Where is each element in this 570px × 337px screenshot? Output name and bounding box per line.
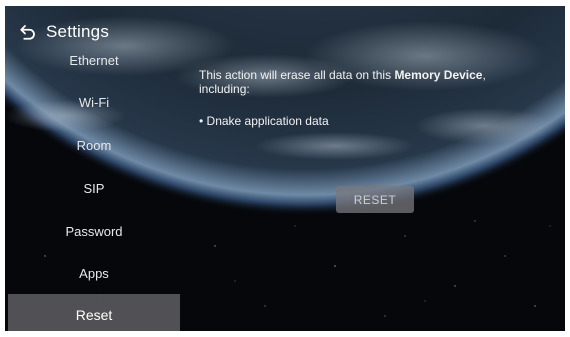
sidebar-item-label: Apps — [79, 265, 109, 281]
reset-button[interactable]: RESET — [336, 186, 414, 213]
sidebar-item-room[interactable]: Room — [8, 127, 180, 163]
page-title: Settings — [46, 22, 110, 41]
sidebar-item-label: SIP — [83, 180, 105, 196]
sidebar-item-wifi[interactable]: Wi-Fi — [8, 84, 180, 120]
warning-text-prefix: This action will erase all data on this — [199, 68, 395, 82]
sidebar-item-label: Room — [76, 137, 112, 153]
memory-device-label: Memory Device — [394, 68, 483, 82]
sidebar-item-ethernet[interactable]: Ethernet — [8, 42, 180, 78]
sidebar-item-reset[interactable]: Reset — [8, 294, 180, 331]
reset-warning-text: This action will erase all data on this … — [199, 68, 539, 96]
sidebar-item-label: Ethernet — [69, 52, 119, 68]
sidebar-item-label: Wi-Fi — [78, 94, 110, 110]
header: Settings — [19, 20, 109, 44]
sidebar-item-label: Password — [65, 223, 123, 239]
sidebar-item-sip[interactable]: SIP — [8, 170, 180, 206]
sidebar-item-password[interactable]: Password — [8, 213, 180, 249]
settings-screen: Settings Ethernet Wi-Fi Room SIP Passwor… — [5, 6, 565, 331]
sidebar-item-apps[interactable]: Apps — [8, 255, 180, 291]
erase-item-app-data: • Dnake application data — [199, 114, 329, 128]
reset-message: This action will erase all data on this … — [199, 68, 539, 128]
sidebar-item-label: Reset — [75, 307, 113, 323]
back-arrow-icon[interactable] — [19, 23, 37, 41]
